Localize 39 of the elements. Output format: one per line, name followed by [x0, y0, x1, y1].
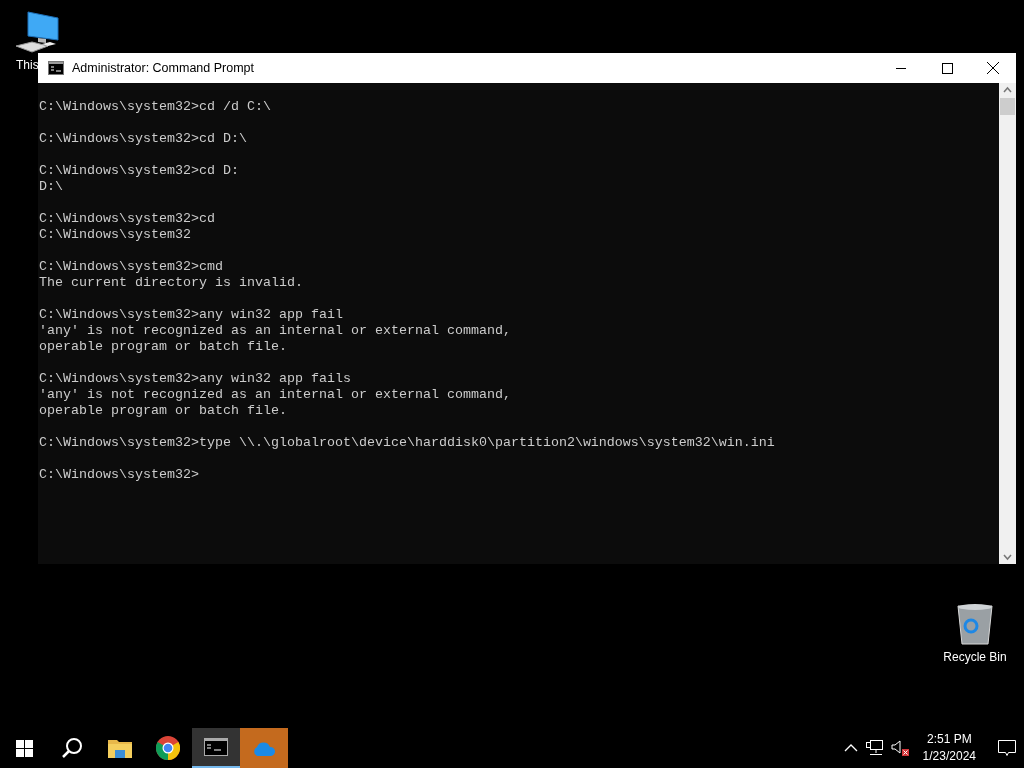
chevron-up-icon[interactable] [843, 743, 858, 753]
scrollbar-thumb[interactable] [1000, 98, 1015, 115]
computer-icon [14, 10, 60, 54]
console-line: operable program or batch file. [39, 339, 288, 355]
windows-logo-icon [15, 739, 33, 757]
console-line: The current directory is invalid. [39, 275, 304, 291]
console-line: C:\Windows\system32> [39, 467, 200, 483]
console-line: C:\Windows\system32>cd D:\ [39, 131, 248, 147]
console-line: C:\Windows\system32>cd [39, 211, 216, 227]
notification-icon[interactable] [998, 739, 1016, 757]
window-title: Administrator: Command Prompt [72, 61, 255, 75]
terminal-icon [204, 738, 228, 756]
clock-time[interactable]: 2:51 PM [926, 731, 972, 748]
search-icon [61, 737, 83, 759]
browser-icon [156, 736, 180, 760]
muted-speaker-icon[interactable] [890, 739, 909, 757]
network-icon[interactable] [865, 740, 883, 756]
console-line: C:\Windows\system32>any win32 app fails [39, 371, 352, 387]
maximize-icon [941, 62, 953, 74]
taskbar-button[interactable] [192, 728, 240, 768]
console-line: C:\Windows\system32 [39, 227, 192, 243]
recycle-bin-icon [955, 602, 995, 646]
console-line: C:\Windows\system32>cmd [39, 259, 224, 275]
cloud-icon [251, 740, 277, 756]
console-line: 'any' is not recognized as an internal or external command, [39, 323, 512, 339]
terminal-icon [48, 61, 64, 75]
clock-date[interactable]: 1/23/2024 [922, 748, 976, 765]
console-line: C:\Windows\system32>any win32 app fail [39, 307, 344, 323]
close-icon [987, 62, 999, 74]
icon-label: Recycle Bin [943, 650, 1007, 664]
console-line: 'any' is not recognized as an internal or external command, [39, 387, 512, 403]
icon-label: This [16, 58, 39, 72]
console-line: operable program or batch file. [39, 403, 288, 419]
console-line: C:\Windows\system32>type \\.\globalroot\device\harddisk0\partition2\windows\system32\win.ini [39, 435, 776, 451]
console-line: D:\ [39, 179, 64, 195]
folder-icon [108, 738, 132, 758]
scrollbar[interactable] [999, 83, 1016, 564]
console-line: C:\Windows\system32>cd D: [39, 163, 240, 179]
console-line: C:\Windows\system32>cd /d C:\ [39, 99, 272, 115]
